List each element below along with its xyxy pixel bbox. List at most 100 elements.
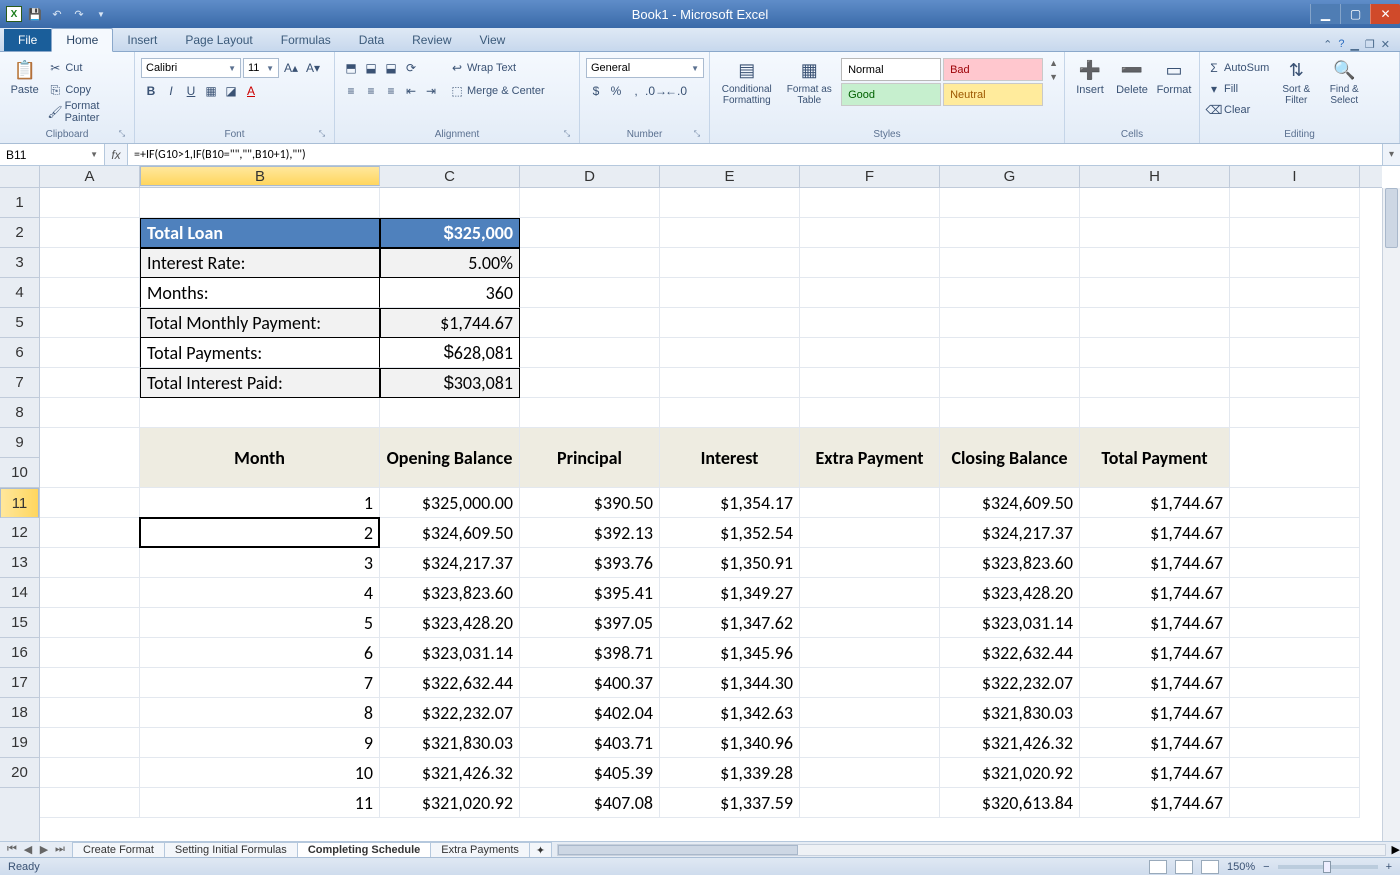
cell-D5[interactable] xyxy=(520,308,660,338)
zoom-out-icon[interactable]: − xyxy=(1263,861,1269,873)
maximize-button[interactable]: ▢ xyxy=(1340,4,1370,24)
cell-B8[interactable] xyxy=(140,398,380,428)
align-center-icon[interactable]: ≡ xyxy=(361,81,381,101)
sheet-tab-setting-initial[interactable]: Setting Initial Formulas xyxy=(164,842,298,857)
cell-I20[interactable] xyxy=(1230,788,1360,818)
cell-D20[interactable]: $407.08 xyxy=(520,788,660,818)
cell-D11[interactable]: $392.13 xyxy=(520,518,660,548)
cell-F4[interactable] xyxy=(800,278,940,308)
cell-I17[interactable] xyxy=(1230,698,1360,728)
bold-button[interactable]: B xyxy=(141,81,161,101)
cell-I18[interactable] xyxy=(1230,728,1360,758)
cell-E19[interactable]: $1,339.28 xyxy=(660,758,800,788)
cell-I19[interactable] xyxy=(1230,758,1360,788)
increase-font-icon[interactable]: A▴ xyxy=(281,58,301,78)
cell-G10[interactable]: $324,609.50 xyxy=(940,488,1080,518)
cell-C15[interactable]: $323,031.14 xyxy=(380,638,520,668)
cell-I15[interactable] xyxy=(1230,638,1360,668)
spreadsheet-grid[interactable]: ABCDEFGHI 123456789101112131415161718192… xyxy=(0,166,1400,841)
cell-F2[interactable] xyxy=(800,218,940,248)
cell-E9[interactable]: Interest xyxy=(660,428,800,488)
italic-button[interactable]: I xyxy=(161,81,181,101)
cell-A11[interactable] xyxy=(40,518,140,548)
cell-H2[interactable] xyxy=(1080,218,1230,248)
format-as-table-button[interactable]: ▦Format as Table xyxy=(784,58,836,106)
name-box[interactable]: B11▼ xyxy=(0,144,105,165)
cell-G20[interactable]: $320,613.84 xyxy=(940,788,1080,818)
cell-E4[interactable] xyxy=(660,278,800,308)
tab-insert[interactable]: Insert xyxy=(113,29,171,51)
merge-center-button[interactable]: ⬚Merge & Center xyxy=(449,81,545,101)
cell-C4[interactable]: 360 xyxy=(380,278,520,308)
cell-C7[interactable]: $303,081 xyxy=(380,368,520,398)
cell-B13[interactable]: 4 xyxy=(140,578,380,608)
align-middle-icon[interactable]: ⬓ xyxy=(361,58,381,78)
cut-button[interactable]: ✂Cut xyxy=(47,58,128,78)
cell-E5[interactable] xyxy=(660,308,800,338)
cell-F1[interactable] xyxy=(800,188,940,218)
cell-H9[interactable]: Total Payment xyxy=(1080,428,1230,488)
cell-A20[interactable] xyxy=(40,788,140,818)
cell-G7[interactable] xyxy=(940,368,1080,398)
cell-F14[interactable] xyxy=(800,608,940,638)
cell-D17[interactable]: $402.04 xyxy=(520,698,660,728)
cell-B5[interactable]: Total Monthly Payment: xyxy=(140,308,380,338)
cell-I4[interactable] xyxy=(1230,278,1360,308)
cell-D15[interactable]: $398.71 xyxy=(520,638,660,668)
cell-H11[interactable]: $1,744.67 xyxy=(1080,518,1230,548)
row-header-10[interactable]: 10 xyxy=(0,458,39,488)
row-header-17[interactable]: 17 xyxy=(0,668,39,698)
sheet-nav-prev-icon[interactable]: ◀ xyxy=(20,843,36,856)
cell-B17[interactable]: 8 xyxy=(140,698,380,728)
cell-A4[interactable] xyxy=(40,278,140,308)
cell-A7[interactable] xyxy=(40,368,140,398)
cell-H13[interactable]: $1,744.67 xyxy=(1080,578,1230,608)
cell-G19[interactable]: $321,020.92 xyxy=(940,758,1080,788)
cell-I7[interactable] xyxy=(1230,368,1360,398)
doc-minimize-icon[interactable]: ▁ xyxy=(1350,38,1358,51)
excel-icon[interactable]: X xyxy=(6,6,22,22)
number-launcher-icon[interactable]: ⤡ xyxy=(691,129,703,141)
fx-icon[interactable]: fx xyxy=(105,148,127,162)
row-header-19[interactable]: 19 xyxy=(0,728,39,758)
column-header-C[interactable]: C xyxy=(380,166,520,187)
find-select-button[interactable]: 🔍Find & Select xyxy=(1323,58,1365,106)
cell-B11[interactable]: 2 xyxy=(140,518,380,548)
cell-C13[interactable]: $323,823.60 xyxy=(380,578,520,608)
row-header-9[interactable]: 9 xyxy=(0,428,39,458)
cell-B14[interactable]: 5 xyxy=(140,608,380,638)
cell-F20[interactable] xyxy=(800,788,940,818)
format-cells-button[interactable]: ▭Format xyxy=(1155,58,1193,96)
cell-A12[interactable] xyxy=(40,548,140,578)
cell-H4[interactable] xyxy=(1080,278,1230,308)
cell-H12[interactable]: $1,744.67 xyxy=(1080,548,1230,578)
normal-view-icon[interactable] xyxy=(1149,860,1167,874)
underline-button[interactable]: U xyxy=(181,81,201,101)
cell-E1[interactable] xyxy=(660,188,800,218)
row-header-13[interactable]: 13 xyxy=(0,548,39,578)
undo-icon[interactable]: ↶ xyxy=(48,5,66,23)
cell-E3[interactable] xyxy=(660,248,800,278)
cell-I10[interactable] xyxy=(1230,488,1360,518)
tab-home[interactable]: Home xyxy=(51,28,113,52)
zoom-slider-handle[interactable] xyxy=(1323,861,1331,873)
cell-A16[interactable] xyxy=(40,668,140,698)
cell-A2[interactable] xyxy=(40,218,140,248)
cell-G2[interactable] xyxy=(940,218,1080,248)
tab-view[interactable]: View xyxy=(466,29,520,51)
cell-F6[interactable] xyxy=(800,338,940,368)
cell-B4[interactable]: Months: xyxy=(140,278,380,308)
cell-D16[interactable]: $400.37 xyxy=(520,668,660,698)
cell-G3[interactable] xyxy=(940,248,1080,278)
cell-B2[interactable]: Total Loan xyxy=(140,218,380,248)
conditional-formatting-button[interactable]: ▤Conditional Formatting xyxy=(716,58,778,106)
cell-D9[interactable]: Principal xyxy=(520,428,660,488)
minimize-button[interactable]: ▁ xyxy=(1310,4,1340,24)
align-bottom-icon[interactable]: ⬓ xyxy=(381,58,401,78)
cell-F11[interactable] xyxy=(800,518,940,548)
row-header-2[interactable]: 2 xyxy=(0,218,39,248)
cell-E2[interactable] xyxy=(660,218,800,248)
cell-B18[interactable]: 9 xyxy=(140,728,380,758)
zoom-level[interactable]: 150% xyxy=(1227,861,1255,873)
decrease-font-icon[interactable]: A▾ xyxy=(303,58,323,78)
